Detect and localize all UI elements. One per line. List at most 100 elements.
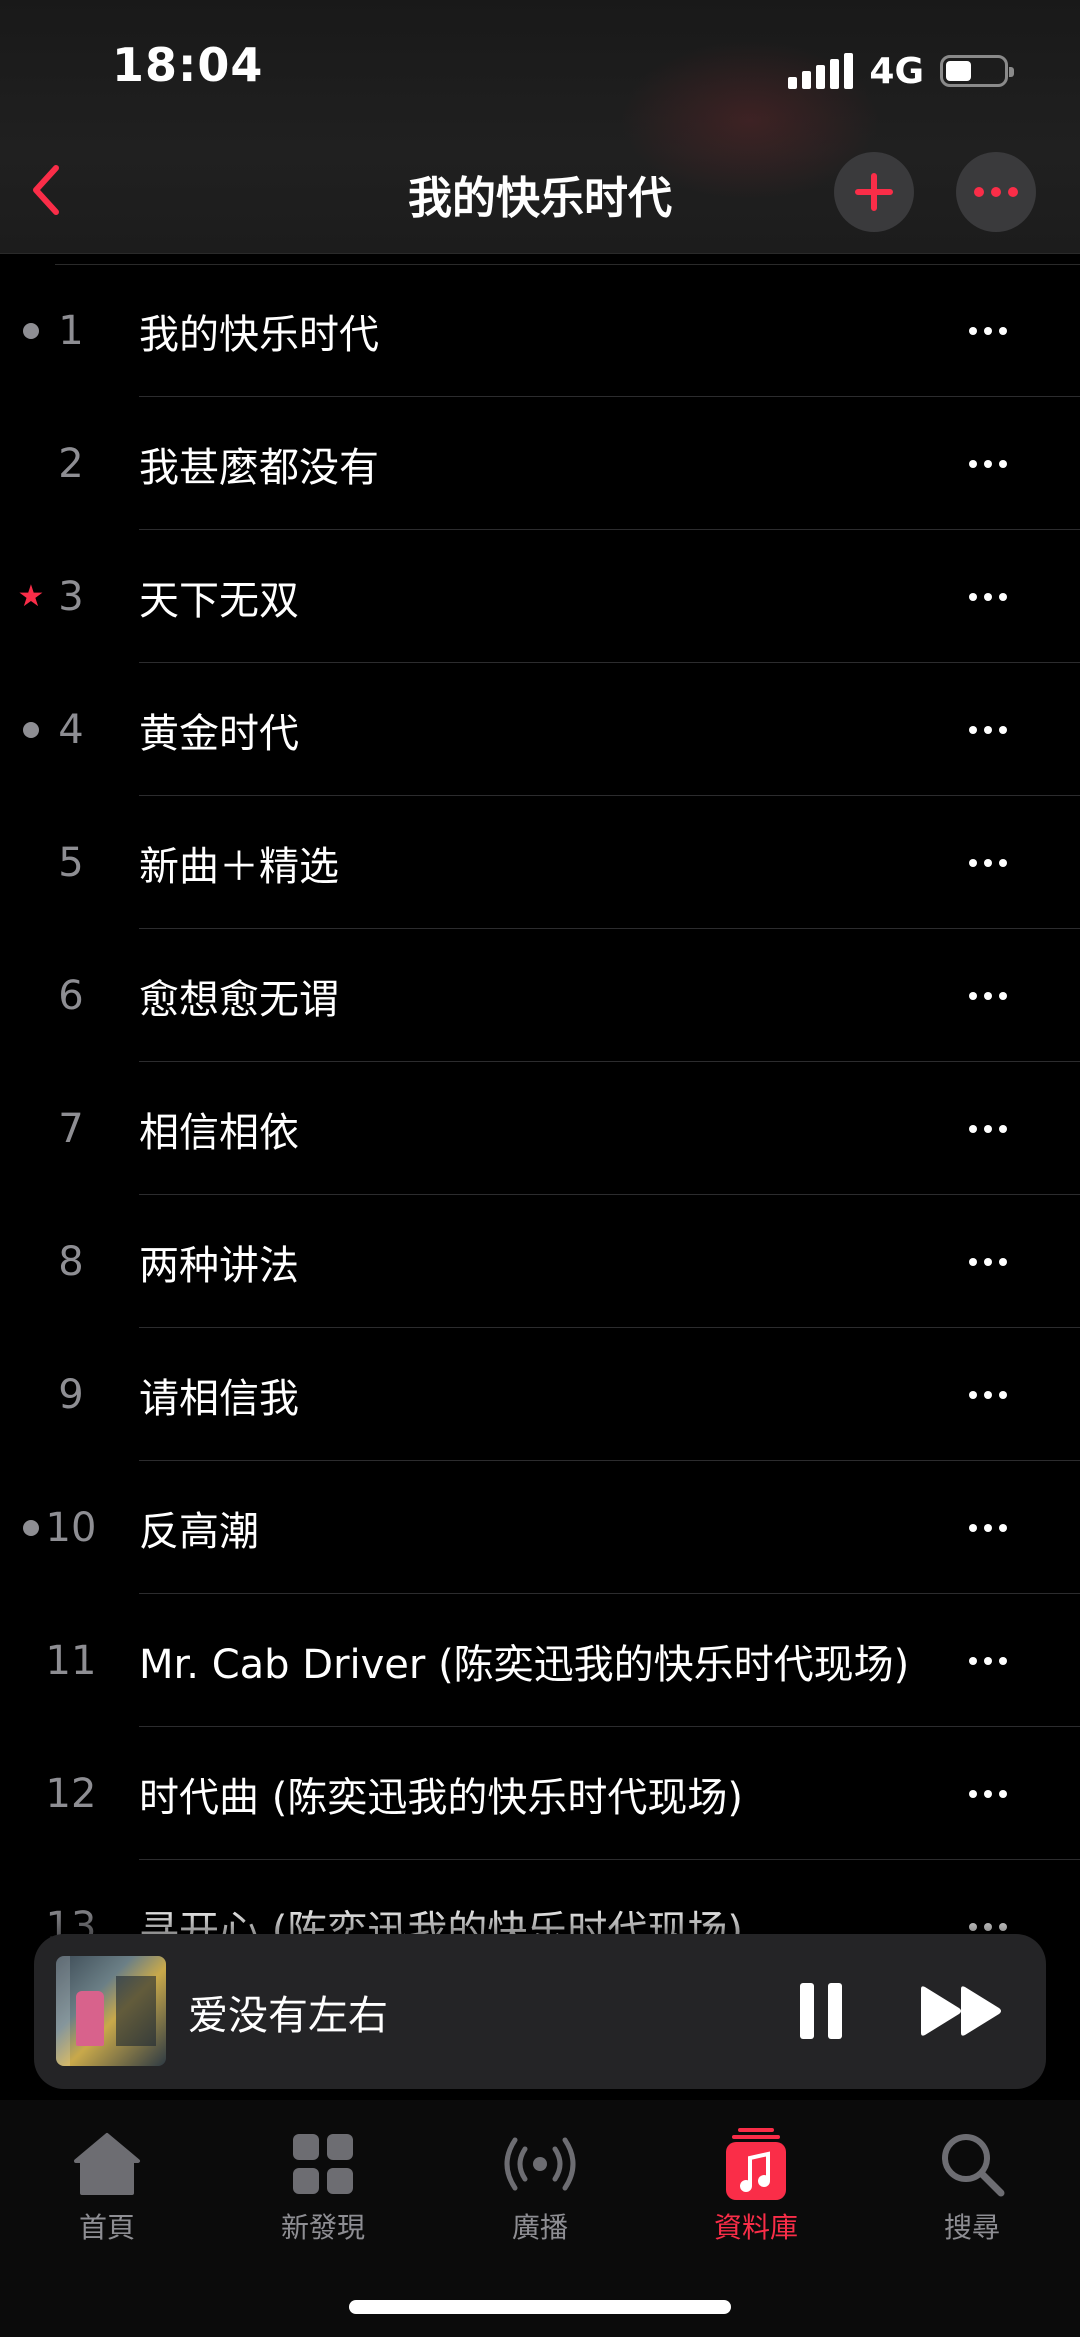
ellipsis-icon [999, 725, 1007, 734]
radio-icon [504, 2137, 576, 2191]
track-title: 反高潮 [139, 1508, 259, 1555]
ellipsis-icon [969, 1523, 977, 1532]
ellipsis-icon [969, 1390, 977, 1399]
track-row[interactable]: 12 时代曲 (陈奕迅我的快乐时代现场) [0, 1727, 1080, 1860]
fast-forward-icon [921, 1986, 1001, 2036]
ellipsis-icon [984, 1789, 992, 1798]
track-more-button[interactable] [960, 702, 1016, 758]
track-row[interactable]: 2 我甚麼都没有 [0, 397, 1080, 530]
track-number: 1 [58, 307, 84, 354]
tab-search[interactable]: 搜尋 [882, 2124, 1062, 2246]
track-title: 我甚麼都没有 [139, 444, 379, 491]
track-more-button[interactable] [960, 1500, 1016, 1556]
plus-icon [855, 173, 893, 211]
tab-home[interactable]: 首頁 [17, 2124, 197, 2246]
album-artwork[interactable] [56, 1956, 166, 2066]
ellipsis-icon [969, 592, 977, 601]
forward-button[interactable] [916, 1976, 1006, 2046]
ellipsis-icon [984, 1656, 992, 1665]
ellipsis-icon [999, 1257, 1007, 1266]
track-more-button[interactable] [960, 303, 1016, 359]
pause-icon [828, 1983, 842, 2039]
ellipsis-icon [969, 1124, 977, 1133]
status-indicators: 4G [788, 48, 1014, 94]
ellipsis-icon [999, 592, 1007, 601]
track-title: Mr. Cab Driver (陈奕迅我的快乐时代现场) [139, 1641, 910, 1688]
ellipsis-icon [969, 459, 977, 468]
track-row[interactable]: 1 我的快乐时代 [0, 264, 1080, 397]
track-row[interactable]: 10 反高潮 [0, 1461, 1080, 1594]
track-more-button[interactable] [960, 569, 1016, 625]
tab-library[interactable]: 資料庫 [666, 2124, 846, 2246]
ellipsis-icon [984, 592, 992, 601]
ellipsis-icon [969, 1656, 977, 1665]
network-type: 4G [869, 50, 924, 92]
track-more-button[interactable] [960, 1766, 1016, 1822]
track-number: 3 [58, 573, 84, 620]
track-title: 黄金时代 [139, 710, 299, 757]
ellipsis-icon [999, 1124, 1007, 1133]
track-more-button[interactable] [960, 835, 1016, 891]
track-more-button[interactable] [960, 1234, 1016, 1290]
track-title: 两种讲法 [139, 1242, 299, 1289]
ellipsis-icon [974, 187, 1018, 197]
ellipsis-icon [984, 1390, 992, 1399]
home-icon [74, 2133, 140, 2195]
ellipsis-icon [999, 1523, 1007, 1532]
track-row[interactable]: 9 请相信我 [0, 1328, 1080, 1461]
page-title: 我的快乐时代 [408, 173, 672, 224]
tab-label: 新發現 [280, 2211, 365, 2244]
tab-label: 首頁 [78, 2211, 135, 2244]
pause-button[interactable] [786, 1976, 856, 2046]
ellipsis-icon [999, 326, 1007, 335]
battery-icon [940, 55, 1014, 87]
ellipsis-icon [969, 326, 977, 335]
track-more-button[interactable] [960, 1633, 1016, 1689]
ellipsis-icon [969, 725, 977, 734]
track-more-button[interactable] [960, 968, 1016, 1024]
ellipsis-icon [984, 991, 992, 1000]
ellipsis-icon [984, 725, 992, 734]
ellipsis-icon [984, 1523, 992, 1532]
track-number: 4 [58, 706, 84, 753]
track-more-button[interactable] [960, 1367, 1016, 1423]
track-title: 请相信我 [139, 1375, 299, 1422]
home-indicator [349, 2300, 731, 2314]
track-row[interactable]: 13 寻开心 (陈奕迅我的快乐时代现场) [0, 1860, 1080, 1944]
ellipsis-icon [984, 459, 992, 468]
track-number: 8 [58, 1238, 84, 1285]
track-more-button[interactable] [960, 436, 1016, 492]
tab-label: 資料庫 [713, 2211, 798, 2244]
track-row[interactable]: 6 愈想愈无谓 [0, 929, 1080, 1062]
track-number: 7 [58, 1105, 84, 1152]
ellipsis-icon [984, 1922, 992, 1931]
cellular-signal-icon [788, 53, 854, 89]
track-title: 新曲＋精选 [139, 843, 339, 890]
ellipsis-icon [999, 1390, 1007, 1399]
search-icon [942, 2134, 1005, 2197]
ellipsis-icon [999, 1656, 1007, 1665]
track-row[interactable]: 11 Mr. Cab Driver (陈奕迅我的快乐时代现场) [0, 1594, 1080, 1727]
header: 18:04 4G 我的快乐时代 [0, 0, 1080, 254]
ellipsis-icon [969, 1257, 977, 1266]
track-row[interactable]: 5 新曲＋精选 [0, 796, 1080, 929]
track-number: 11 [45, 1637, 97, 1684]
ellipsis-icon [969, 858, 977, 867]
more-options-button[interactable] [956, 152, 1036, 232]
track-number: 10 [45, 1504, 97, 1551]
track-row[interactable]: 7 相信相依 [0, 1062, 1080, 1195]
track-row[interactable]: 8 两种讲法 [0, 1195, 1080, 1328]
track-title: 相信相依 [139, 1109, 299, 1156]
add-button[interactable] [834, 152, 914, 232]
ellipsis-icon [999, 991, 1007, 1000]
tab-discover[interactable]: 新發現 [233, 2124, 413, 2246]
mini-player[interactable]: 爱没有左右 [34, 1934, 1046, 2089]
track-list[interactable]: 1 我的快乐时代 2 我甚麼都没有 ★ 3 天下无双 4 黄金时代 5 新曲＋精选 6 愈想愈无谓 7 相信… [0, 264, 1080, 1944]
tab-radio[interactable]: 廣播 [450, 2124, 630, 2246]
track-row[interactable]: 4 黄金时代 [0, 663, 1080, 796]
track-number: 6 [58, 972, 84, 1019]
track-title: 天下无双 [139, 577, 299, 624]
track-row[interactable]: ★ 3 天下无双 [0, 530, 1080, 663]
now-playing-title[interactable]: 爱没有左右 [188, 1983, 388, 2041]
track-more-button[interactable] [960, 1101, 1016, 1157]
